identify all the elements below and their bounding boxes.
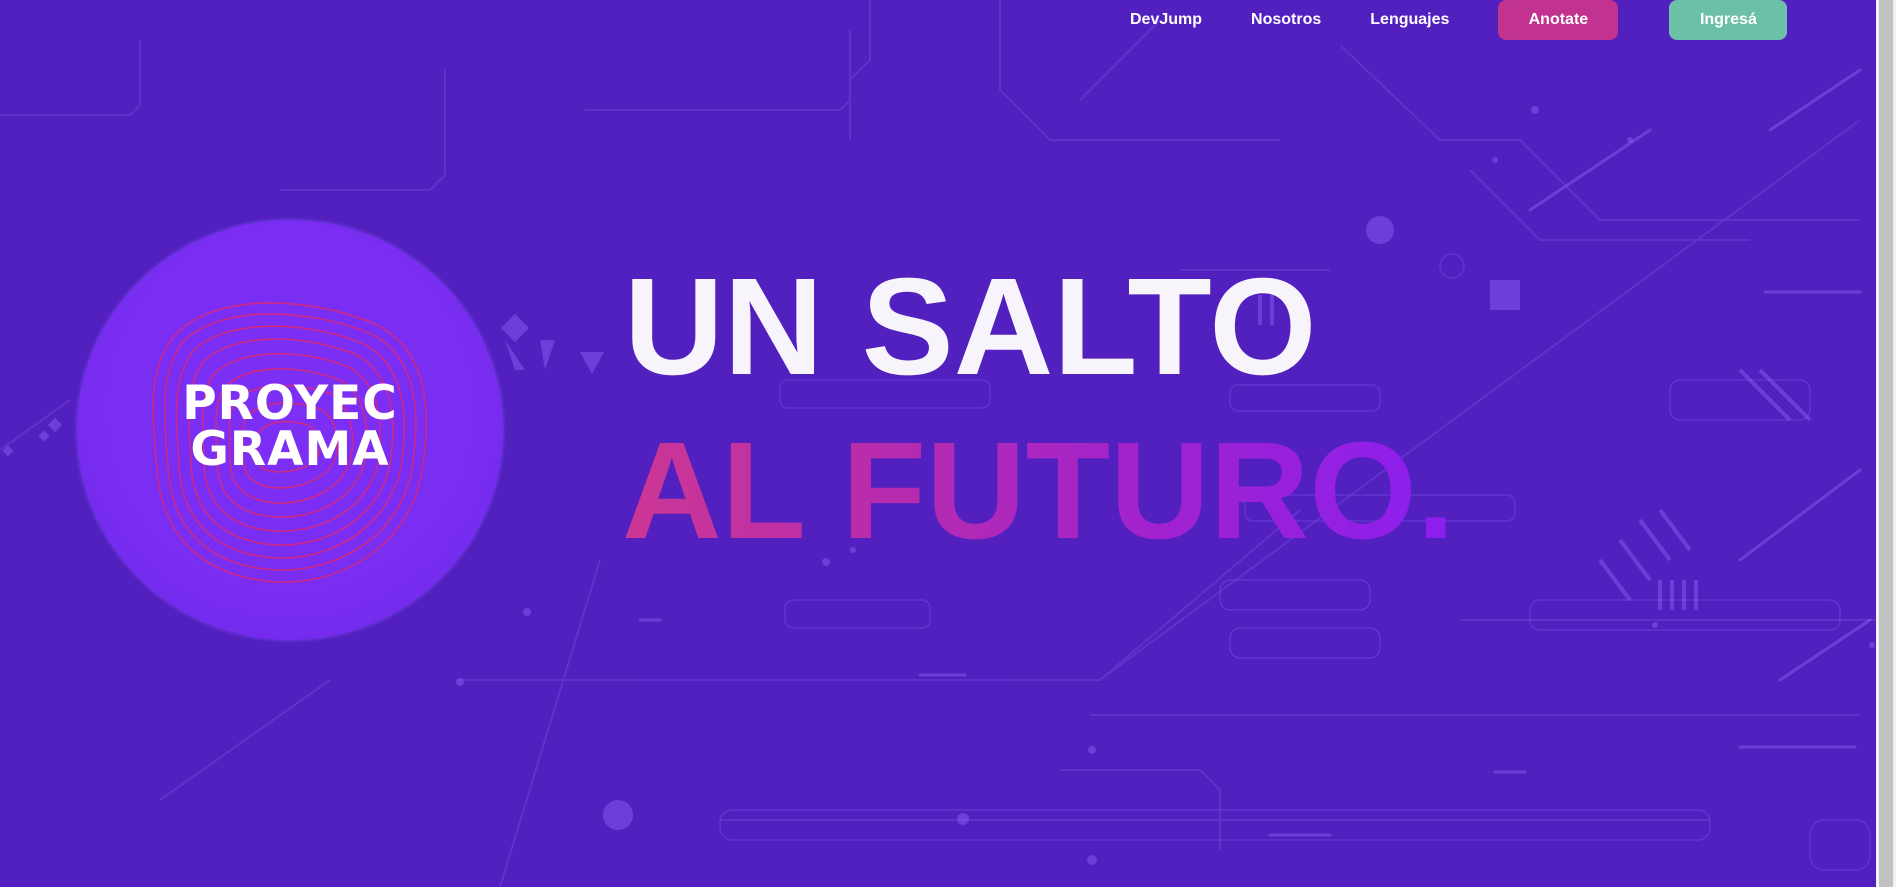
hero-headline-line2: AL FUTURO. <box>622 414 1456 568</box>
logo-text-line2: GRAMA <box>190 422 390 477</box>
top-navigation: DevJump Nosotros Lenguajes Anotate Ingre… <box>1130 0 1788 40</box>
proyecgrama-logo: PROYEC GRAMA <box>77 220 503 640</box>
page-scrollbar[interactable] <box>1876 0 1896 887</box>
nav-link-devjump[interactable]: DevJump <box>1130 11 1202 29</box>
ingresa-button[interactable]: Ingresá <box>1669 0 1788 40</box>
anotate-button[interactable]: Anotate <box>1498 0 1619 40</box>
landing-page: DevJump Nosotros Lenguajes Anotate Ingre… <box>0 0 1896 887</box>
logo-text-line1: PROYEC <box>182 376 398 431</box>
scrollbar-thumb[interactable] <box>1879 0 1893 887</box>
nav-link-lenguajes[interactable]: Lenguajes <box>1370 11 1449 29</box>
nav-link-nosotros[interactable]: Nosotros <box>1251 11 1321 29</box>
hero-headline-line1: UN SALTO <box>624 250 1317 404</box>
